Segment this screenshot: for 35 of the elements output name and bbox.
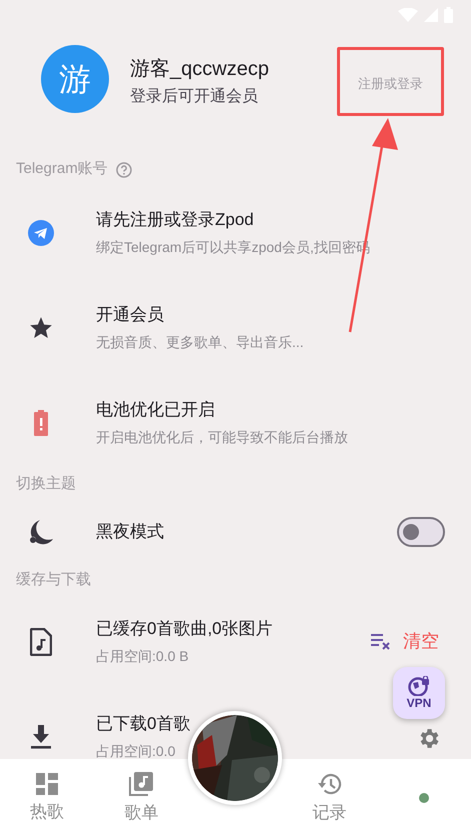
- music-file-icon: [30, 628, 52, 656]
- clear-list-icon: [371, 634, 391, 650]
- help-icon[interactable]: [116, 162, 132, 178]
- username: 游客_qccwzecp: [130, 57, 269, 82]
- toggle-switch[interactable]: [397, 517, 445, 547]
- download-icon: [30, 724, 52, 748]
- profile-dot-icon: [418, 793, 429, 803]
- vpn-button[interactable]: VPN: [393, 667, 445, 719]
- item-title: 黑夜模式: [96, 521, 164, 543]
- item-title: 已下载0首歌: [96, 712, 190, 734]
- item-subtitle: 占用空间:0.0: [96, 742, 176, 760]
- telegram-icon: [28, 220, 54, 246]
- moon-icon: [28, 519, 54, 545]
- item-title: 已缓存0首歌曲,0张图片: [96, 618, 273, 640]
- member-hint: 登录后可开通会员: [130, 86, 259, 107]
- history-icon: [316, 772, 343, 796]
- register-login-button[interactable]: 注册或登录: [358, 74, 423, 94]
- item-title: 请先注册或登录Zpod: [96, 208, 254, 230]
- nav-tab[interactable]: 热歌: [0, 759, 94, 837]
- item-subtitle: 无损音质、更多歌单、导出音乐...: [96, 332, 304, 352]
- nav-tab[interactable]: 记录: [282, 759, 377, 837]
- section-title: 缓存与下载: [16, 570, 91, 590]
- globe-lock-icon: [408, 676, 430, 696]
- section-title: 切换主题: [16, 474, 76, 494]
- playlist-icon: [129, 772, 154, 796]
- item-title: 电池优化已开启: [96, 398, 215, 420]
- section-title: Telegram账号: [16, 159, 108, 180]
- item-subtitle: 开启电池优化后，可能导致不能后台播放: [96, 428, 348, 446]
- grid-icon: [36, 773, 58, 795]
- item-title: 开通会员: [96, 304, 164, 326]
- item-subtitle: 占用空间:0.0 B: [96, 646, 189, 666]
- nav-tab[interactable]: 歌单: [94, 759, 188, 837]
- clear-button[interactable]: 清空: [371, 628, 471, 655]
- battery-warning-icon: [34, 410, 48, 436]
- avatar: 游: [41, 45, 109, 113]
